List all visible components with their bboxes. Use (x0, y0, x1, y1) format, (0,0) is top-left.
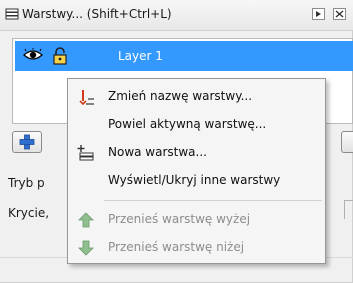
menu-icon (316, 11, 321, 17)
menu-item-new-layer[interactable]: Nowa warstwa... (68, 139, 325, 167)
opacity-field[interactable] (344, 200, 353, 219)
menu-label: Przenieś warstwę niżej (108, 240, 245, 254)
layers-icon (5, 8, 19, 20)
menu-label: Przenieś warstwę wyżej (108, 212, 251, 226)
menu-label: Powiel aktywną warstwę... (108, 117, 267, 131)
close-icon (335, 10, 344, 18)
layer-options-button[interactable] (341, 131, 353, 153)
menu-item-duplicate-layer[interactable]: Powiel aktywną warstwę... (68, 111, 325, 139)
panel-close-button[interactable] (333, 8, 346, 20)
layer-name: Layer 1 (118, 49, 163, 63)
eye-icon[interactable] (23, 48, 43, 62)
panel-title-bar[interactable]: Warstwy... (Shift+Ctrl+L) (0, 0, 353, 31)
rename-icon (79, 90, 94, 106)
arrow-up-icon (78, 212, 94, 228)
menu-separator (104, 200, 322, 201)
menu-label: Zmień nazwę warstwy... (108, 89, 253, 103)
lock-icon[interactable] (52, 47, 68, 65)
panel-menu-button[interactable] (312, 8, 325, 20)
blend-mode-label: Tryb p (8, 176, 45, 190)
plus-icon (19, 134, 35, 150)
new-layer-icon (77, 145, 94, 161)
add-layer-button[interactable] (12, 131, 42, 153)
menu-item-move-layer-up[interactable]: Przenieś warstwę wyżej (68, 206, 325, 234)
opacity-label: Krycie, (8, 206, 50, 220)
menu-label: Wyświetl/Ukryj inne warstwy (108, 173, 281, 187)
arrow-down-icon (78, 240, 94, 256)
menu-item-rename-layer[interactable]: Zmień nazwę warstwy... (68, 83, 325, 111)
panel-title: Warstwy... (Shift+Ctrl+L) (22, 7, 172, 21)
layer-row[interactable]: Layer 1 (15, 41, 353, 71)
menu-item-move-layer-down[interactable]: Przenieś warstwę niżej (68, 234, 325, 262)
layer-context-menu: Zmień nazwę warstwy... Powiel aktywną wa… (67, 78, 326, 264)
menu-item-toggle-other-layers[interactable]: Wyświetl/Ukryj inne warstwy (68, 167, 325, 195)
menu-label: Nowa warstwa... (108, 145, 207, 159)
